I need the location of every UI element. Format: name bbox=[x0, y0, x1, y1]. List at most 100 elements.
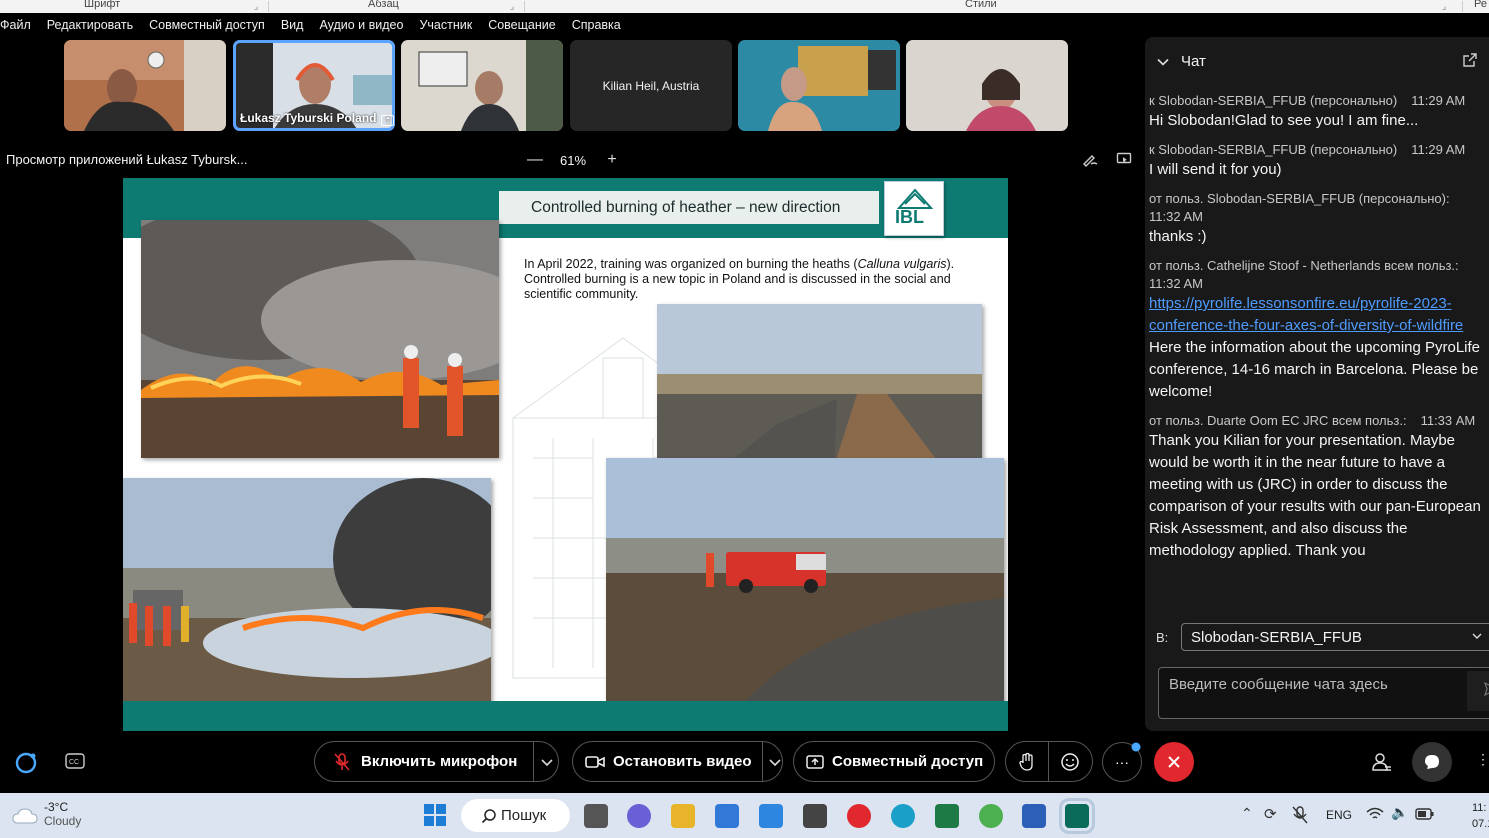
menu-participant[interactable]: Участник bbox=[419, 18, 472, 32]
sync-icon[interactable]: ⟳ bbox=[1264, 805, 1277, 823]
chat-link[interactable]: conference-the-four-axes-of-diversity-of… bbox=[1149, 315, 1489, 337]
popout-icon[interactable] bbox=[1463, 53, 1477, 67]
windows-taskbar: -3°C Cloudy Пошук ⌃ ⟳ ENG 🔈 11: 07. bbox=[0, 793, 1489, 838]
word-ribbon-strip: Шрифт ⌟ Абзац ⌟ Стили ⌟ Ре bbox=[0, 0, 1489, 13]
close-icon bbox=[1168, 756, 1180, 768]
menu-help[interactable]: Справка bbox=[572, 18, 621, 32]
more-panels-icon[interactable]: ⋮ bbox=[1476, 751, 1489, 768]
dialog-launcher-icon[interactable]: ⌟ bbox=[1442, 1, 1446, 12]
chat-message: от польз. Slobodan-SERBIA_FFUB (персонал… bbox=[1149, 191, 1450, 245]
zoom-in-button[interactable]: + bbox=[605, 151, 619, 169]
svg-text:CC: CC bbox=[69, 759, 79, 766]
slide-title: Controlled burning of heather – new dire… bbox=[531, 199, 841, 216]
zoom-level: 61% bbox=[560, 152, 587, 168]
chat-recipient-select[interactable]: Slobodan-SERBIA_FFUB bbox=[1181, 623, 1489, 651]
chat-recipient-label: В: bbox=[1156, 630, 1169, 645]
remote-control-icon[interactable] bbox=[1116, 151, 1132, 167]
chat-title: Чат bbox=[1181, 53, 1206, 70]
cloud-weather-icon bbox=[12, 808, 38, 824]
stop-video-button[interactable]: Остановить видео bbox=[572, 741, 783, 782]
task-view-icon[interactable] bbox=[584, 804, 608, 828]
webex-meeting-window: Шрифт ⌟ Абзац ⌟ Стили ⌟ Ре Файл Редактир… bbox=[0, 0, 1489, 838]
ribbon-group-paragraph: Абзац bbox=[368, 0, 399, 10]
battery-icon[interactable] bbox=[1415, 807, 1435, 821]
meeting-control-bar: CC Включить микрофон Остановить видео Со… bbox=[0, 731, 1489, 793]
chevron-up-icon[interactable]: ⌃ bbox=[1241, 805, 1253, 822]
raise-hand-icon[interactable] bbox=[1018, 752, 1036, 772]
reaction-emoji-icon[interactable] bbox=[1060, 752, 1080, 772]
ribbon-group-styles: Стили bbox=[965, 0, 997, 10]
shared-presentation-slide: Controlled burning of heather – new dire… bbox=[123, 178, 1008, 731]
menu-bar: Файл Редактировать Совместный доступ Вид… bbox=[0, 13, 1489, 37]
windows-start-icon[interactable] bbox=[423, 803, 447, 827]
photo-smoke-line-trucks bbox=[123, 478, 491, 723]
menu-share[interactable]: Совместный доступ bbox=[149, 18, 265, 32]
input-language-indicator[interactable]: ENG bbox=[1326, 808, 1352, 822]
wifi-icon[interactable] bbox=[1366, 806, 1384, 822]
annotate-pen-icon[interactable] bbox=[1082, 151, 1098, 167]
slide-body-text: In April 2022, training was organized on… bbox=[524, 257, 955, 301]
shared-app-title: Просмотр приложений Łukasz Tybursk... bbox=[6, 152, 248, 167]
mail-icon[interactable] bbox=[759, 804, 783, 828]
chevron-down-icon bbox=[1472, 633, 1482, 639]
menu-file[interactable]: Файл bbox=[0, 18, 31, 32]
chevron-down-icon[interactable] bbox=[769, 756, 781, 768]
leave-meeting-button[interactable] bbox=[1154, 742, 1194, 782]
webex-app-icon[interactable] bbox=[1059, 798, 1095, 834]
word-icon[interactable] bbox=[1022, 804, 1046, 828]
participant-video-3[interactable] bbox=[401, 40, 563, 131]
dialog-launcher-icon[interactable]: ⌟ bbox=[254, 1, 258, 12]
participant-video-4-camera-off[interactable]: Kilian Heil, Austria bbox=[570, 40, 732, 131]
video-frame bbox=[906, 40, 1068, 131]
chat-message-input[interactable]: Введите сообщение чата здесь bbox=[1158, 667, 1489, 719]
slide-footer-band bbox=[123, 701, 1008, 731]
opera-browser-icon[interactable] bbox=[847, 804, 871, 828]
participant-video-5[interactable] bbox=[738, 40, 900, 131]
unmute-microphone-button[interactable]: Включить микрофон bbox=[314, 741, 559, 782]
menu-view[interactable]: Вид bbox=[281, 18, 304, 32]
muted-microphone-icon bbox=[334, 752, 350, 771]
microsoft-store-icon[interactable] bbox=[715, 804, 739, 828]
zoom-out-button[interactable]: — bbox=[527, 151, 543, 169]
photo-fire-truck-burned-area bbox=[606, 458, 1004, 723]
menu-edit[interactable]: Редактировать bbox=[47, 18, 133, 32]
share-screen-icon bbox=[806, 754, 824, 769]
edge-browser-icon[interactable] bbox=[891, 804, 915, 828]
participant-video-1[interactable] bbox=[64, 40, 226, 131]
closed-captions-icon[interactable]: CC bbox=[65, 753, 85, 769]
menu-audio-video[interactable]: Аудио и видео bbox=[319, 18, 403, 32]
participant-name: Łukasz Tyburski Poland ⇡ bbox=[240, 111, 395, 126]
chat-link[interactable]: https://pyrolife.lessonsonfire.eu/pyroli… bbox=[1149, 293, 1489, 315]
send-icon[interactable] bbox=[1467, 671, 1489, 711]
muted-microphone-tray-icon[interactable] bbox=[1292, 806, 1308, 824]
chat-app-icon[interactable] bbox=[627, 804, 651, 828]
ribbon-group-font: Шрифт bbox=[84, 0, 121, 10]
photo-firefighters-burning-heath bbox=[141, 220, 499, 458]
volume-icon[interactable]: 🔈 bbox=[1391, 804, 1408, 821]
chat-message-list[interactable]: к Slobodan-SERBIA_FFUB (персонально) 11:2… bbox=[1149, 92, 1489, 571]
webex-assistant-icon[interactable] bbox=[14, 751, 38, 775]
chevron-down-icon[interactable] bbox=[541, 756, 553, 768]
participants-icon[interactable] bbox=[1370, 751, 1392, 773]
chrome-browser-icon[interactable] bbox=[979, 804, 1003, 828]
chat-message: от польз. Cathelijne Stoof - Netherlands… bbox=[1149, 257, 1489, 403]
excel-icon[interactable] bbox=[935, 804, 959, 828]
chat-toggle-button[interactable] bbox=[1412, 742, 1452, 782]
participant-name: Kilian Heil, Austria bbox=[602, 78, 700, 93]
chat-message: от польз. Duarte Oom EC JRC всем польз.:… bbox=[1149, 413, 1481, 559]
chat-panel: Чат к Slobodan-SERBIA_FFUB (персонально)… bbox=[1145, 37, 1489, 731]
participant-video-2-active-speaker[interactable]: Łukasz Tyburski Poland ⇡ bbox=[233, 40, 395, 131]
taskbar-clock[interactable]: 11: 07.12.20 bbox=[1472, 800, 1489, 832]
file-explorer-icon[interactable] bbox=[671, 804, 695, 828]
share-content-button[interactable]: Совместный доступ bbox=[793, 741, 995, 782]
chat-header[interactable]: Чат bbox=[1157, 53, 1206, 70]
taskbar-search[interactable]: Пошук bbox=[461, 799, 570, 832]
video-frame bbox=[738, 40, 900, 131]
media-app-icon[interactable] bbox=[803, 804, 827, 828]
weather-widget[interactable]: -3°C Cloudy bbox=[44, 800, 81, 828]
dialog-launcher-icon[interactable]: ⌟ bbox=[510, 1, 514, 12]
participant-video-6[interactable] bbox=[906, 40, 1068, 131]
notification-dot-icon bbox=[1131, 742, 1141, 752]
video-camera-icon bbox=[585, 755, 605, 768]
menu-meeting[interactable]: Совещание bbox=[488, 18, 556, 32]
